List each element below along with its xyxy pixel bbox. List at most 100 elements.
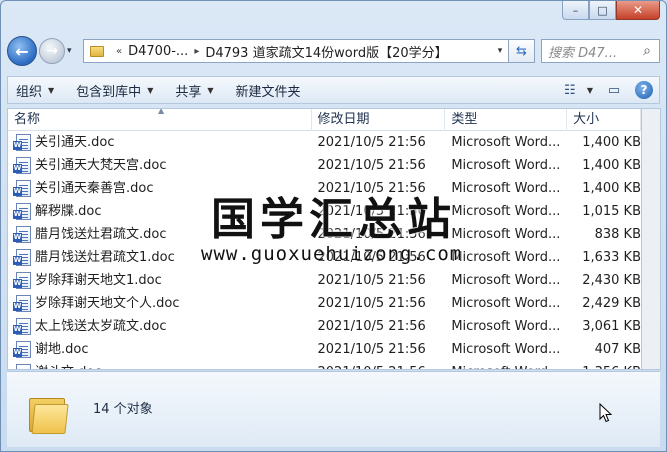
file-name-cell[interactable]: 关引通天.doc (8, 131, 312, 154)
file-date: 2021/10/5 21:56 (317, 158, 426, 173)
file-name: 岁除拜谢天地文个人.doc (35, 296, 180, 311)
back-button[interactable]: ← (7, 36, 37, 66)
folder-icon (90, 45, 104, 57)
breadcrumb-current[interactable]: D4793 道家疏文14份word版【20学分】 (205, 42, 447, 61)
file-type: Microsoft Word... (451, 273, 561, 288)
object-count: 14 个对象 (93, 402, 153, 417)
folder-icon (29, 394, 69, 434)
caret-down-icon: ▼ (48, 85, 55, 95)
help-icon[interactable]: ? (635, 81, 653, 99)
table-row[interactable]: 岁除拜谢天地文1.doc 2021/10/5 21:56 Microsoft Wor… (8, 269, 641, 292)
preview-pane-icon[interactable]: ▭ (603, 80, 625, 100)
word-document-icon (13, 318, 31, 335)
caret-down-icon: ▼ (147, 85, 154, 95)
file-size: 838 KB (594, 227, 641, 242)
column-date[interactable]: 修改日期 (312, 109, 446, 131)
close-button[interactable]: ✕ (616, 1, 660, 20)
column-type[interactable]: 类型 (445, 109, 568, 131)
explorer-window: – □ ✕ ← → ▾ « D4700-... ▸ D4793 道家疏文14份w… (0, 0, 667, 452)
table-row[interactable]: 谢地.doc 2021/10/5 21:56 Microsoft Word... 40… (8, 338, 641, 361)
file-type: Microsoft Word... (451, 135, 561, 150)
maximize-button[interactable]: □ (589, 1, 616, 20)
file-name: 关引通天秦善宫.doc (35, 181, 154, 196)
file-name: 谢斗文.doc (35, 361, 102, 369)
table-row[interactable]: 关引通天秦善宫.doc 2021/10/5 21:56 Microsoft Word… (8, 177, 641, 200)
word-document-icon (13, 272, 31, 289)
file-size: 407 KB (594, 342, 641, 357)
caption-buttons: – □ ✕ (562, 1, 660, 20)
file-type: Microsoft Word... (451, 296, 561, 311)
share-menu[interactable]: 共享 ▼ (175, 81, 213, 100)
word-document-icon (13, 203, 31, 220)
file-name-cell[interactable]: 关引通天秦善宫.doc (8, 177, 312, 200)
file-type: Microsoft Word... (451, 227, 561, 242)
file-size: 1,400 KB (582, 158, 641, 173)
minimize-button[interactable]: – (562, 1, 589, 20)
search-icon[interactable]: ⌕ (635, 43, 659, 59)
table-row[interactable]: 岁除拜谢天地文个人.doc 2021/10/5 21:56 Microsoft Wo… (8, 292, 641, 315)
breadcrumb-parent[interactable]: D4700-... (128, 44, 188, 59)
table-row[interactable]: 谢斗文.doc 2021/10/5 21:56Microsoft Word...1… (8, 361, 641, 369)
table-row[interactable]: 腊月饯送灶君疏文.doc 2021/10/5 21:56 Microsoft Wor… (8, 223, 641, 246)
file-date: 2021/10/5 21:56 (317, 250, 426, 265)
column-size[interactable]: 大小 (567, 109, 641, 131)
change-view-icon[interactable]: ☷ (559, 80, 581, 100)
table-row[interactable]: 关引通天大梵天宫.doc 2021/10/5 21:56 Microsoft Wor… (8, 154, 641, 177)
file-name: 关引通天大梵天宫.doc (35, 158, 167, 173)
word-document-icon (16, 364, 31, 369)
table-row[interactable]: 关引通天.doc 2021/10/5 21:56 Microsoft Word...… (8, 131, 641, 154)
address-bar[interactable]: « D4700-... ▸ D4793 道家疏文14份word版【20学分】 ▾ (83, 39, 509, 63)
file-type: Microsoft Word... (451, 158, 561, 173)
word-document-icon (13, 341, 31, 358)
breadcrumb-separator-icon[interactable]: ▸ (194, 46, 199, 57)
file-size: 2,430 KB (582, 273, 641, 288)
sort-ascending-icon: ▲ (158, 108, 165, 115)
file-name: 岁除拜谢天地文1.doc (35, 273, 162, 288)
search-input[interactable]: 搜索 D47... ⌕ (541, 39, 660, 63)
file-size: 1,400 KB (582, 135, 641, 150)
file-date: 2021/10/5 21:56 (317, 227, 426, 242)
table-row[interactable]: 解秽牒.doc 2021/10/5 21:56 Microsoft Word... 1… (8, 200, 641, 223)
file-size: 1,356 KB (567, 361, 641, 369)
file-size: 3,061 KB (582, 319, 641, 334)
refresh-button[interactable]: ⇆ (509, 39, 535, 63)
file-name-cell[interactable]: 关引通天大梵天宫.doc (8, 154, 312, 177)
file-name-cell[interactable]: 岁除拜谢天地文个人.doc (8, 292, 312, 315)
file-name-cell[interactable]: 解秽牒.doc (8, 200, 312, 223)
organize-menu[interactable]: 组织 ▼ (16, 81, 54, 100)
file-name-cell[interactable]: 腊月饯送灶君疏文.doc (8, 223, 312, 246)
include-in-library-menu[interactable]: 包含到库中 ▼ (76, 81, 153, 100)
file-name: 腊月饯送灶君疏文1.doc (35, 250, 175, 265)
file-type: Microsoft Word... (451, 181, 561, 196)
column-header: ▲ 名称 修改日期 类型 大小 (8, 109, 641, 131)
file-name-cell[interactable]: 腊月饯送灶君疏文1.doc (8, 246, 312, 269)
vertical-scrollbar[interactable] (641, 108, 661, 370)
file-size: 1,633 KB (582, 250, 641, 265)
view-options-caret-icon[interactable]: ▼ (587, 86, 593, 95)
file-name-cell[interactable]: 谢斗文.doc (8, 361, 312, 369)
forward-button[interactable]: → (39, 38, 65, 64)
file-name: 解秽牒.doc (35, 204, 102, 219)
file-size: 2,429 KB (582, 296, 641, 311)
recent-pages-button[interactable]: ▾ (67, 46, 79, 56)
word-document-icon (13, 134, 31, 151)
command-bar: 组织 ▼ 包含到库中 ▼ 共享 ▼ 新建文件夹 ☷ ▼ ▭ ? (7, 76, 660, 104)
file-type: Microsoft Word... (451, 342, 561, 357)
file-name: 关引通天.doc (35, 135, 115, 150)
file-name: 腊月饯送灶君疏文.doc (35, 227, 167, 242)
file-name: 谢地.doc (35, 342, 89, 357)
file-name-cell[interactable]: 太上饯送太岁疏文.doc (8, 315, 312, 338)
address-dropdown-icon[interactable]: ▾ (492, 46, 508, 56)
file-name-cell[interactable]: 谢地.doc (8, 338, 312, 361)
file-name-cell[interactable]: 岁除拜谢天地文1.doc (8, 269, 312, 292)
table-row[interactable]: 腊月饯送灶君疏文1.doc 2021/10/5 21:56 Microsoft Wo… (8, 246, 641, 269)
word-document-icon (13, 157, 31, 174)
toolbar-right: ☷ ▼ ▭ ? (549, 80, 659, 100)
table-row[interactable]: 太上饯送太岁疏文.doc 2021/10/5 21:56 Microsoft Wor… (8, 315, 641, 338)
file-date: 2021/10/5 21:56 (317, 319, 426, 334)
file-size: 1,015 KB (582, 204, 641, 219)
file-type: Microsoft Word... (451, 250, 561, 265)
file-type: Microsoft Word... (451, 204, 561, 219)
breadcrumb-overflow[interactable]: « (116, 46, 122, 57)
new-folder-button[interactable]: 新建文件夹 (236, 81, 301, 100)
